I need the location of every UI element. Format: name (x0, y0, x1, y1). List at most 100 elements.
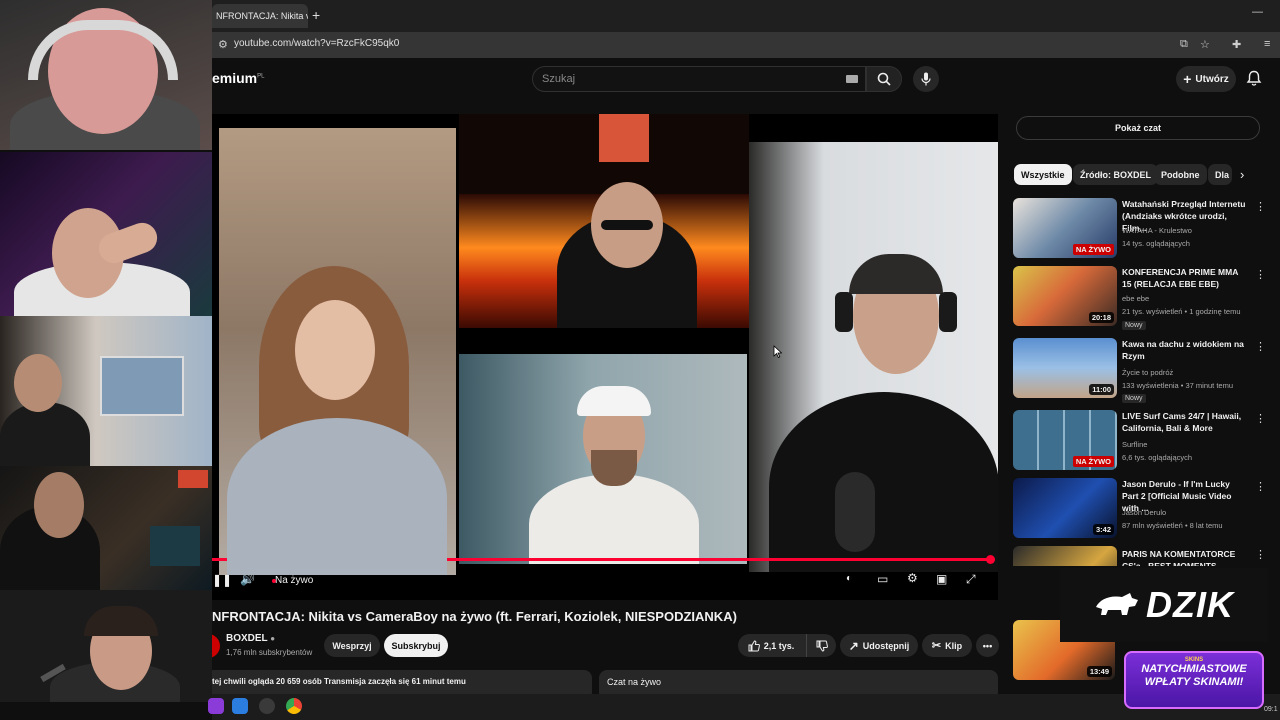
share-button[interactable]: ↗ Udostępnij (840, 634, 918, 657)
recommendation-meta: 6,6 tys. oglądających (1122, 453, 1193, 462)
show-chat-button[interactable]: Pokaż czat (1016, 116, 1260, 140)
video-player[interactable] (212, 114, 998, 600)
chip-source-boxdel[interactable]: Źródło: BOXDEL (1073, 164, 1158, 185)
channel-name-text: BOXDEL (226, 633, 268, 644)
promo-line-2: WPŁATY SKINAMI! (1144, 676, 1244, 688)
video-feed-fire-background (459, 114, 749, 328)
recommendation-item[interactable]: NA ŻYWO Watahański Przegląd Internetu (A… (1013, 198, 1273, 262)
recommendation-channel[interactable]: ebe ebe (1122, 294, 1149, 303)
more-options-icon[interactable]: ⋮ (1255, 480, 1266, 493)
url-field[interactable]: youtube.com/watch?v=RzcFkC95qk0 (234, 38, 399, 49)
recommendation-title[interactable]: Kawa na dachu z widokiem na Rzym (1122, 338, 1248, 362)
recommendation-item[interactable]: 3:42 Jason Derulo - If I'm Lucky Part 2 … (1013, 478, 1273, 542)
dislike-button[interactable] (806, 634, 836, 657)
recommendation-channel[interactable]: WATAHA - Krulestwo (1122, 226, 1192, 235)
app-icon-1[interactable] (208, 698, 224, 714)
more-options-icon[interactable]: ⋮ (1255, 268, 1266, 281)
browser-menu-icon[interactable]: ≡ (1264, 38, 1270, 50)
voice-search-button[interactable] (913, 66, 939, 92)
recommendation-thumbnail[interactable]: 3:42 (1013, 478, 1117, 538)
recommendation-item[interactable]: NA ŻYWO LIVE Surf Cams 24/7 | Hawaii, Ca… (1013, 410, 1273, 474)
subtitles-icon[interactable]: ▭ (877, 572, 888, 586)
autoplay-toggle[interactable]: ◐ (846, 573, 852, 584)
streamer-webcam-5 (0, 590, 212, 702)
notifications-button[interactable] (1246, 70, 1262, 92)
search-placeholder: Szukaj (542, 73, 576, 85)
recommendation-thumbnail[interactable]: 20:18 (1013, 266, 1117, 326)
live-label[interactable]: Na żywo (275, 575, 313, 586)
chip-similar[interactable]: Podobne (1154, 164, 1207, 185)
video-feed-man-headphones (749, 142, 998, 572)
more-options-icon[interactable]: ⋮ (1255, 548, 1266, 561)
miniplayer-icon[interactable]: ▣ (936, 572, 947, 586)
recommendation-meta: 133 wyświetlenia • 37 minut temu (1122, 381, 1234, 390)
bookmark-star-icon[interactable]: ☆ (1200, 38, 1210, 51)
app-icon-3[interactable] (259, 698, 275, 714)
chip-all[interactable]: Wszystkie (1014, 164, 1072, 185)
chevron-right-icon[interactable]: › (1240, 167, 1244, 182)
more-options-icon[interactable]: ⋮ (1255, 200, 1266, 213)
support-button[interactable]: Wesprzyj (324, 634, 380, 657)
recommendation-item[interactable]: 11:00 Kawa na dachu z widokiem na Rzym Ż… (1013, 338, 1273, 403)
recommendation-item[interactable]: PARIS NA KOMENTATORCE CS'a - BEST MOMENT… (1013, 546, 1273, 566)
logo-region: PL (257, 73, 265, 80)
recommendation-title[interactable]: KONFERENCJA PRIME MMA 15 (RELACJA EBE EB… (1122, 266, 1248, 290)
recommendation-thumbnail[interactable]: NA ŻYWO (1013, 410, 1117, 470)
plus-icon: + (1183, 71, 1192, 87)
share-icon: ↗ (848, 638, 859, 653)
bell-icon (1246, 70, 1262, 86)
app-icon-2[interactable] (232, 698, 248, 714)
video-feed-man-white-cap (459, 354, 747, 564)
recommendation-item[interactable]: 20:18 KONFERENCJA PRIME MMA 15 (RELACJA … (1013, 266, 1273, 330)
browser-tab[interactable]: NFRONTACJA: Nikita vs C 🔈 ✕ (212, 4, 308, 28)
more-options-icon[interactable]: ⋮ (1255, 412, 1266, 425)
duration-badge: 20:18 (1088, 312, 1114, 323)
like-button[interactable]: 2,1 tys. (738, 634, 804, 657)
taskbar-clock: 09:1 (1264, 706, 1278, 713)
chrome-icon[interactable] (286, 698, 302, 714)
recommendation-channel[interactable]: Surfline (1122, 440, 1147, 449)
search-button[interactable] (866, 66, 902, 92)
install-app-icon[interactable]: ⧉ (1180, 38, 1188, 51)
fullscreen-icon[interactable]: ⤢ (966, 572, 976, 587)
youtube-logo[interactable]: emiumPL (212, 70, 264, 86)
chip-for-you[interactable]: Dla (1208, 164, 1232, 185)
recommendation-title[interactable]: LIVE Surf Cams 24/7 | Hawaii, California… (1122, 410, 1248, 434)
extensions-icon[interactable]: ✚ (1232, 38, 1241, 51)
recommendation-thumbnail[interactable] (1013, 546, 1117, 566)
site-settings-icon[interactable]: ⚙ (218, 38, 228, 51)
minimize-window-button[interactable]: — (1252, 6, 1263, 18)
new-tab-button[interactable]: + (312, 7, 320, 23)
create-button[interactable]: + Utwórz (1176, 66, 1236, 92)
channel-name[interactable]: BOXDEL ● (226, 633, 275, 644)
progress-scrubber[interactable] (986, 555, 995, 564)
microphone-icon (921, 72, 931, 86)
recommendation-thumbnail[interactable]: 11:00 (1013, 338, 1117, 398)
clip-label: Klip (945, 640, 963, 651)
more-actions-button[interactable]: ••• (976, 634, 999, 657)
recommendation-meta: 21 tys. wyświetleń • 1 godzinę temu (1122, 307, 1241, 316)
like-dislike-group: 2,1 tys. (738, 634, 836, 657)
skins-promo-banner: SKINS NATYCHMIASTOWE WPŁATY SKINAMI! (1124, 651, 1264, 709)
more-icon: ••• (982, 640, 993, 651)
subscribe-button[interactable]: Subskrybuj (384, 634, 448, 657)
search-input[interactable]: Szukaj (532, 66, 866, 92)
clip-button[interactable]: ✂ Klip (922, 634, 972, 657)
description-text: tej chwili ogląda 20 659 osób Transmisja… (212, 677, 466, 686)
pause-button[interactable]: ❚❚ (212, 573, 232, 587)
live-badge: NA ŻYWO (1072, 456, 1114, 467)
recommendation-title[interactable]: PARIS NA KOMENTATORCE CS'a - BEST MOMENT… (1122, 548, 1248, 566)
channel-subscribers: 1,76 mln subskrybentów (226, 648, 313, 657)
browser-tab-strip (212, 0, 1280, 32)
keyboard-icon[interactable] (846, 75, 858, 83)
verified-icon: ● (270, 634, 276, 643)
recommendation-channel[interactable]: Życie to podróż (1122, 368, 1173, 377)
like-count: 2,1 tys. (763, 640, 795, 651)
recommendation-thumbnail[interactable]: NA ŻYWO (1013, 198, 1117, 258)
recommendation-channel[interactable]: Jason Derulo (1122, 508, 1166, 517)
video-feed-woman (219, 128, 456, 575)
streamer-webcam-3 (0, 316, 212, 466)
settings-gear-icon[interactable]: ⚙ (907, 571, 918, 585)
streamer-webcam-2 (0, 152, 212, 316)
more-options-icon[interactable]: ⋮ (1255, 340, 1266, 353)
